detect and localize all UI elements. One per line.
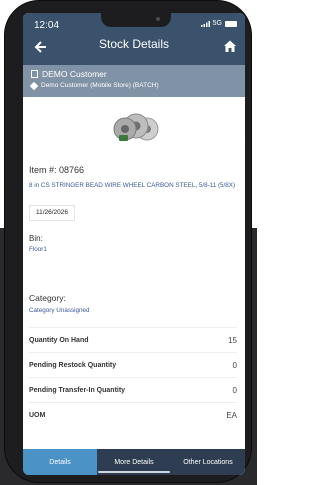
customer-store: Demo Customer (Mobile Store) (BATCH): [41, 82, 159, 89]
store-icon: [29, 81, 39, 90]
detail-row-quantity-on-hand: Quantity On Hand 15: [29, 328, 237, 352]
detail-value: 0: [232, 360, 237, 370]
tab-other-locations[interactable]: Other Locations: [171, 449, 245, 475]
camera-notch: [101, 13, 171, 27]
camera-dot: [156, 17, 160, 21]
customer-store-row: Demo Customer (Mobile Store) (BATCH): [29, 81, 159, 90]
bin-value[interactable]: Floor1: [29, 246, 47, 253]
detail-row-pending-restock: Pending Restock Quantity 0: [29, 353, 237, 377]
category-label: Category:: [29, 293, 66, 303]
tab-details[interactable]: Details: [23, 449, 97, 475]
item-date: 11/26/2026: [29, 205, 75, 221]
battery-icon: [225, 20, 237, 27]
status-indicators: 5G: [200, 20, 237, 27]
detail-row-uom: UOM EA: [29, 403, 237, 427]
detail-label: Quantity On Hand: [29, 336, 89, 344]
app-bar: 12:04 5G Stock Details: [23, 13, 245, 65]
home-icon[interactable]: [223, 39, 237, 53]
signal-icon: [200, 20, 210, 27]
detail-row-pending-transfer-in: Pending Transfer-In Quantity 0: [29, 378, 237, 402]
item-description[interactable]: 8 in CS STRINGER BEAD WIRE WHEEL CARBON …: [29, 182, 237, 190]
customer-name: DEMO Customer: [42, 69, 107, 79]
document-icon: [31, 70, 38, 78]
detail-value: EA: [226, 410, 237, 420]
page-title: Stock Details: [98, 37, 170, 51]
status-time: 12:04: [34, 20, 60, 31]
detail-label: Pending Restock Quantity: [29, 361, 117, 369]
home-indicator: [98, 471, 170, 473]
network-label: 5G: [212, 20, 222, 27]
app-screen: 12:04 5G Stock Details DEMO Customer Dem…: [23, 13, 245, 475]
customer-name-row: DEMO Customer: [31, 69, 107, 79]
customer-banner: DEMO Customer Demo Customer (Mobile Stor…: [23, 65, 245, 97]
back-arrow-icon[interactable]: [34, 40, 48, 54]
item-number: Item #: 08766: [29, 165, 85, 175]
product-image: [113, 113, 159, 141]
detail-label: Pending Transfer-In Quantity: [29, 386, 126, 394]
bin-label: Bin:: [29, 234, 43, 243]
phone-frame: 12:04 5G Stock Details DEMO Customer Dem…: [5, 1, 251, 482]
detail-value: 15: [228, 335, 237, 345]
category-value[interactable]: Category Unassigned: [29, 307, 90, 314]
detail-value: 0: [232, 385, 237, 395]
detail-label: UOM: [29, 411, 46, 419]
